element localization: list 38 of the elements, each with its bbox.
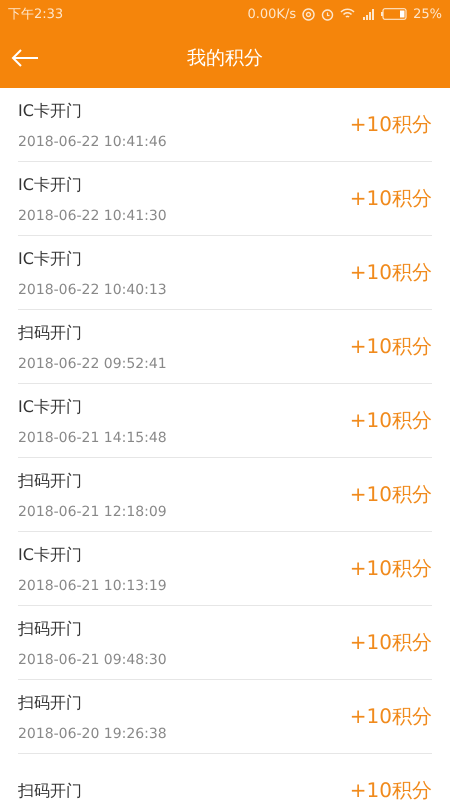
record-title: 扫码开门 <box>18 781 82 800</box>
record-points: +10积分 <box>350 481 432 508</box>
status-time: 下午2:33 <box>8 6 64 23</box>
record-title: IC卡开门 <box>18 101 83 122</box>
hotspot-icon <box>302 8 316 20</box>
record-time: 2018-06-21 10:13:19 <box>18 578 167 594</box>
record-time: 2018-06-21 14:15:48 <box>18 430 167 446</box>
record-points: +10积分 <box>350 333 432 360</box>
record-title: 扫码开门 <box>18 693 83 714</box>
record-points: +10积分 <box>350 111 432 138</box>
record-time: 2018-06-22 10:40:13 <box>18 282 167 298</box>
record-time: 2018-06-22 09:52:41 <box>18 356 167 372</box>
record-points: +10积分 <box>350 703 432 730</box>
battery-icon <box>381 8 408 20</box>
network-speed: 0.00K/s <box>247 6 296 22</box>
record-points: +10积分 <box>350 259 432 286</box>
record-title: 扫码开门 <box>18 619 83 640</box>
record-title: IC卡开门 <box>18 545 83 566</box>
record-title: IC卡开门 <box>18 249 83 270</box>
alarm-icon <box>321 8 334 20</box>
record-points: +10积分 <box>350 777 432 800</box>
record-time: 2018-06-21 09:48:30 <box>18 652 167 668</box>
record-title: 扫码开门 <box>18 471 83 492</box>
record-title: 扫码开门 <box>18 323 83 344</box>
record-points: +10积分 <box>350 185 432 212</box>
record-points: +10积分 <box>350 629 432 656</box>
record-points: +10积分 <box>350 555 432 582</box>
wifi-icon <box>340 8 356 20</box>
battery-percent: 25% <box>413 6 442 22</box>
record-time: 2018-06-21 12:18:09 <box>18 504 167 520</box>
record-points: +10积分 <box>350 407 432 434</box>
signal-icon <box>361 8 376 20</box>
page-title: 我的积分 <box>187 46 263 71</box>
record-time: 2018-06-22 10:41:30 <box>18 208 167 224</box>
record-time: 2018-06-20 19:26:38 <box>18 726 167 742</box>
record-time: 2018-06-22 10:41:46 <box>18 134 167 150</box>
record-title: IC卡开门 <box>18 397 83 418</box>
record-title: IC卡开门 <box>18 175 83 196</box>
